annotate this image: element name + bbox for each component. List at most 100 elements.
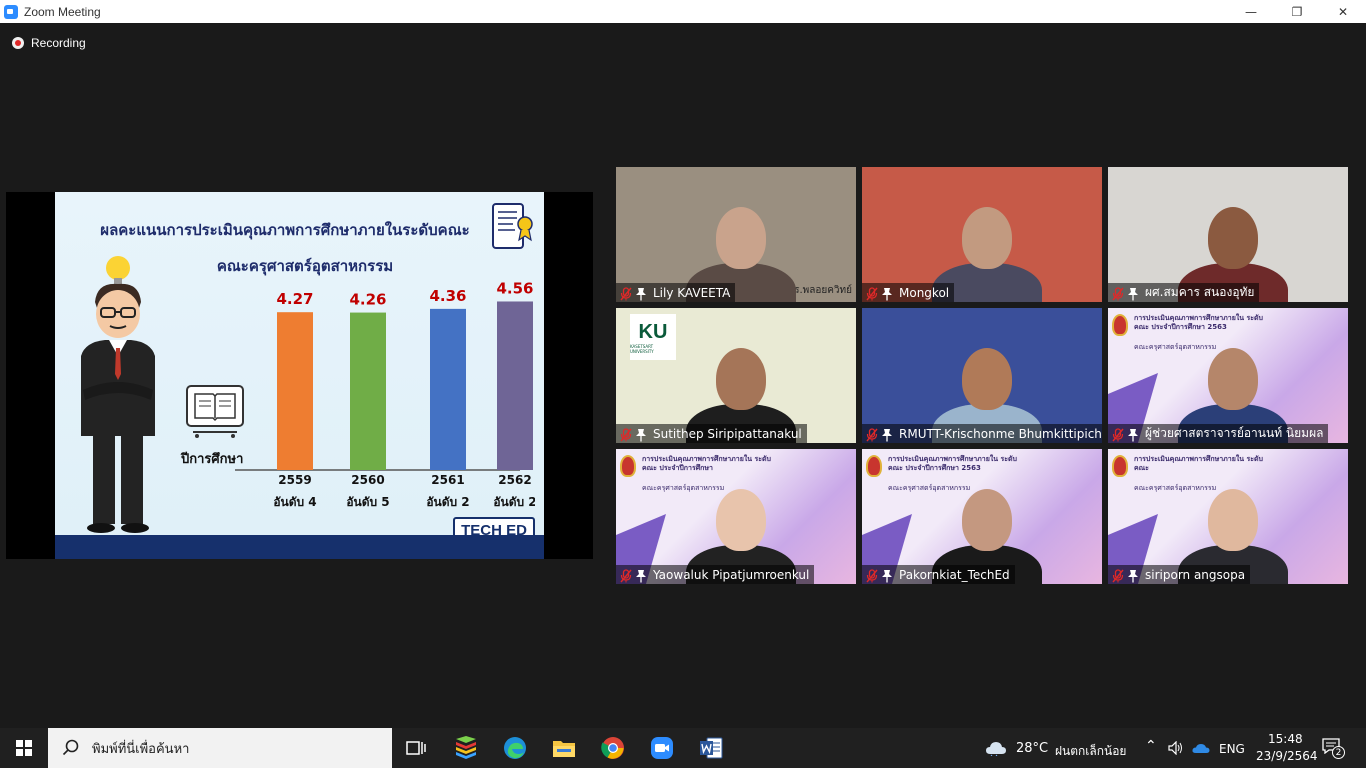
mic-muted-icon <box>1112 286 1124 300</box>
pin-icon <box>881 427 893 441</box>
participant-name-tag: ผศ.สมคาร สนองอุทัย <box>1108 283 1260 302</box>
taskbar-app-word[interactable] <box>687 728 735 768</box>
taskbar-app-zoom[interactable] <box>638 728 686 768</box>
participant-name-tag: Pakornkiat_TechEd <box>862 565 1015 584</box>
participant-video-tile[interactable]: การประเมินคุณภาพการศึกษาภายใน ระดับคณะ คณ… <box>1108 449 1348 584</box>
participant-video-tile[interactable]: การประเมินคุณภาพการศึกษาภายใน ระดับคณะ ป… <box>616 449 856 584</box>
participant-name: Pakornkiat_TechEd <box>899 567 1010 582</box>
participant-face <box>962 207 1012 269</box>
bluestacks-icon <box>456 736 476 759</box>
university-emblem-icon <box>620 455 636 477</box>
task-view-icon <box>406 741 426 755</box>
x-tick-label: 2559 <box>278 473 311 487</box>
recording-indicator[interactable]: Recording <box>12 36 86 50</box>
windows-logo-icon <box>16 740 32 756</box>
weather-description[interactable]: ฝนตกเล็กน้อย <box>1055 742 1126 761</box>
weather-cloud-icon[interactable] <box>985 740 1007 756</box>
chevron-up-icon[interactable]: ⌃ <box>1145 738 1157 754</box>
participant-name: RMUTT-Krischonme Bhumkittipich <box>899 426 1102 441</box>
participant-name-tag: Mongkol <box>862 283 955 302</box>
participant-face <box>716 207 766 269</box>
mic-muted-icon <box>866 286 878 300</box>
clock-date[interactable]: 23/9/2564 <box>1256 749 1318 763</box>
x-tick-label: 2560 <box>351 473 384 487</box>
participant-name-tag: Sutithep Siripipattanakul <box>616 424 807 443</box>
folder-icon <box>553 741 575 757</box>
x-tick-label: 2561 <box>431 473 464 487</box>
participant-video-tile[interactable]: KU KASETSART UNIVERSITY Sutithep Siripipat… <box>616 308 856 443</box>
restore-button[interactable]: ❐ <box>1274 0 1320 23</box>
taskbar-app-file-explorer[interactable] <box>540 728 588 768</box>
pin-icon <box>1127 427 1139 441</box>
participant-video-tile[interactable]: RMUTT-Krischonme Bhumkittipich <box>862 308 1102 443</box>
participant-name: Mongkol <box>899 285 950 300</box>
participant-face <box>1208 207 1258 269</box>
pin-icon <box>1127 286 1139 300</box>
taskbar-app-edge[interactable] <box>491 728 539 768</box>
participant-name-tag: Lily KAVEETA <box>616 283 736 302</box>
zoom-app-icon <box>4 4 18 19</box>
participant-name: Lily KAVEETA <box>653 285 731 300</box>
speaker-icon[interactable] <box>1168 741 1184 755</box>
participant-name-tag: Yaowaluk Pipatjumroenkul <box>616 565 815 584</box>
onedrive-cloud-icon[interactable] <box>1192 743 1210 754</box>
slide-title: ผลคะแนนการประเมินคุณภาพการศึกษาภายในระดั… <box>100 221 470 239</box>
task-view-button[interactable] <box>392 728 440 768</box>
language-indicator[interactable]: ENG <box>1219 742 1245 756</box>
word-icon <box>700 737 723 759</box>
participant-face <box>1208 489 1258 551</box>
shared-screen[interactable]: ผลคะแนนการประเมินคุณภาพการศึกษาภายในระดั… <box>6 192 593 559</box>
businessman-illustration <box>81 256 155 533</box>
participant-name: Sutithep Siripipattanakul <box>653 426 802 441</box>
background-slide-text: การประเมินคุณภาพการศึกษาภายใน ระดับคณะ <box>1134 455 1263 472</box>
background-slide-text: การประเมินคุณภาพการศึกษาภายใน ระดับคณะ ป… <box>642 455 771 472</box>
taskbar-app-bluestacks[interactable] <box>442 728 490 768</box>
windows-taskbar: พิมพ์ที่นี่เพื่อค้นหา 28°C ฝนตกเล็กน้อย … <box>0 728 1366 768</box>
participant-name: ผศ.สมคาร สนองอุทัย <box>1145 285 1255 299</box>
participant-face <box>716 348 766 410</box>
participant-face <box>1208 348 1258 410</box>
action-center-button[interactable]: 2 <box>1322 738 1345 759</box>
participant-video-tile[interactable]: ร.พลอยควิทย์ Lily KAVEETA <box>616 167 856 302</box>
university-emblem-icon <box>1112 455 1128 477</box>
participant-video-tile[interactable]: การประเมินคุณภาพการศึกษาภายใน ระดับคณะ ป… <box>862 449 1102 584</box>
participant-name-tag: ผู้ช่วยศาสตราจารย์อานนท์ นิยมผล <box>1108 424 1329 443</box>
taskbar-app-chrome[interactable] <box>589 728 637 768</box>
bar-value-label: 4.56 <box>496 282 533 297</box>
participant-name: siriporn angsopa <box>1145 567 1246 582</box>
participant-name-tag: siriporn angsopa <box>1108 565 1251 584</box>
mic-muted-icon <box>1112 568 1124 582</box>
x-tick-label: 2562 <box>498 473 531 487</box>
bar-value-label: 4.36 <box>429 287 466 305</box>
bar-chart: 4.27 2559 อันดับ 4 4.26 2560 อันดับ 5 4.36 2561… <box>235 282 535 509</box>
zoom-icon <box>651 737 673 759</box>
university-emblem-icon <box>866 455 882 477</box>
participant-video-tile[interactable]: การประเมินคุณภาพการศึกษาภายใน ระดับคณะ ป… <box>1108 308 1348 443</box>
participant-video-tile[interactable]: ผศ.สมคาร สนองอุทัย <box>1108 167 1348 302</box>
certificate-icon <box>492 203 533 249</box>
pin-icon <box>881 568 893 582</box>
background-watermark: ร.พลอยควิทย์ <box>794 285 852 296</box>
chart-bar-2562 <box>497 301 533 470</box>
search-icon <box>62 739 79 756</box>
weather-temperature[interactable]: 28°C <box>1016 741 1048 756</box>
start-button[interactable] <box>0 728 48 768</box>
slide-subtitle: คณะครุศาสตร์อุตสาหกรรม <box>216 257 394 275</box>
chart-bar-2559 <box>277 312 313 470</box>
bar-value-label: 4.27 <box>276 290 313 308</box>
mic-muted-icon <box>866 427 878 441</box>
clock-time[interactable]: 15:48 <box>1268 732 1303 746</box>
participant-video-tile[interactable]: Mongkol <box>862 167 1102 302</box>
close-button[interactable]: ✕ <box>1320 0 1366 23</box>
search-placeholder: พิมพ์ที่นี่เพื่อค้นหา <box>92 741 190 757</box>
pin-icon <box>881 286 893 300</box>
pin-icon <box>635 286 647 300</box>
taskbar-search[interactable]: พิมพ์ที่นี่เพื่อค้นหา <box>48 728 392 768</box>
bar-value-label: 4.26 <box>349 291 386 309</box>
chart-bar-2561 <box>430 308 466 470</box>
participant-face <box>962 348 1012 410</box>
minimize-button[interactable]: — <box>1228 0 1274 23</box>
edge-icon <box>504 737 526 759</box>
window-title: Zoom Meeting <box>24 4 101 19</box>
pin-icon <box>1127 568 1139 582</box>
